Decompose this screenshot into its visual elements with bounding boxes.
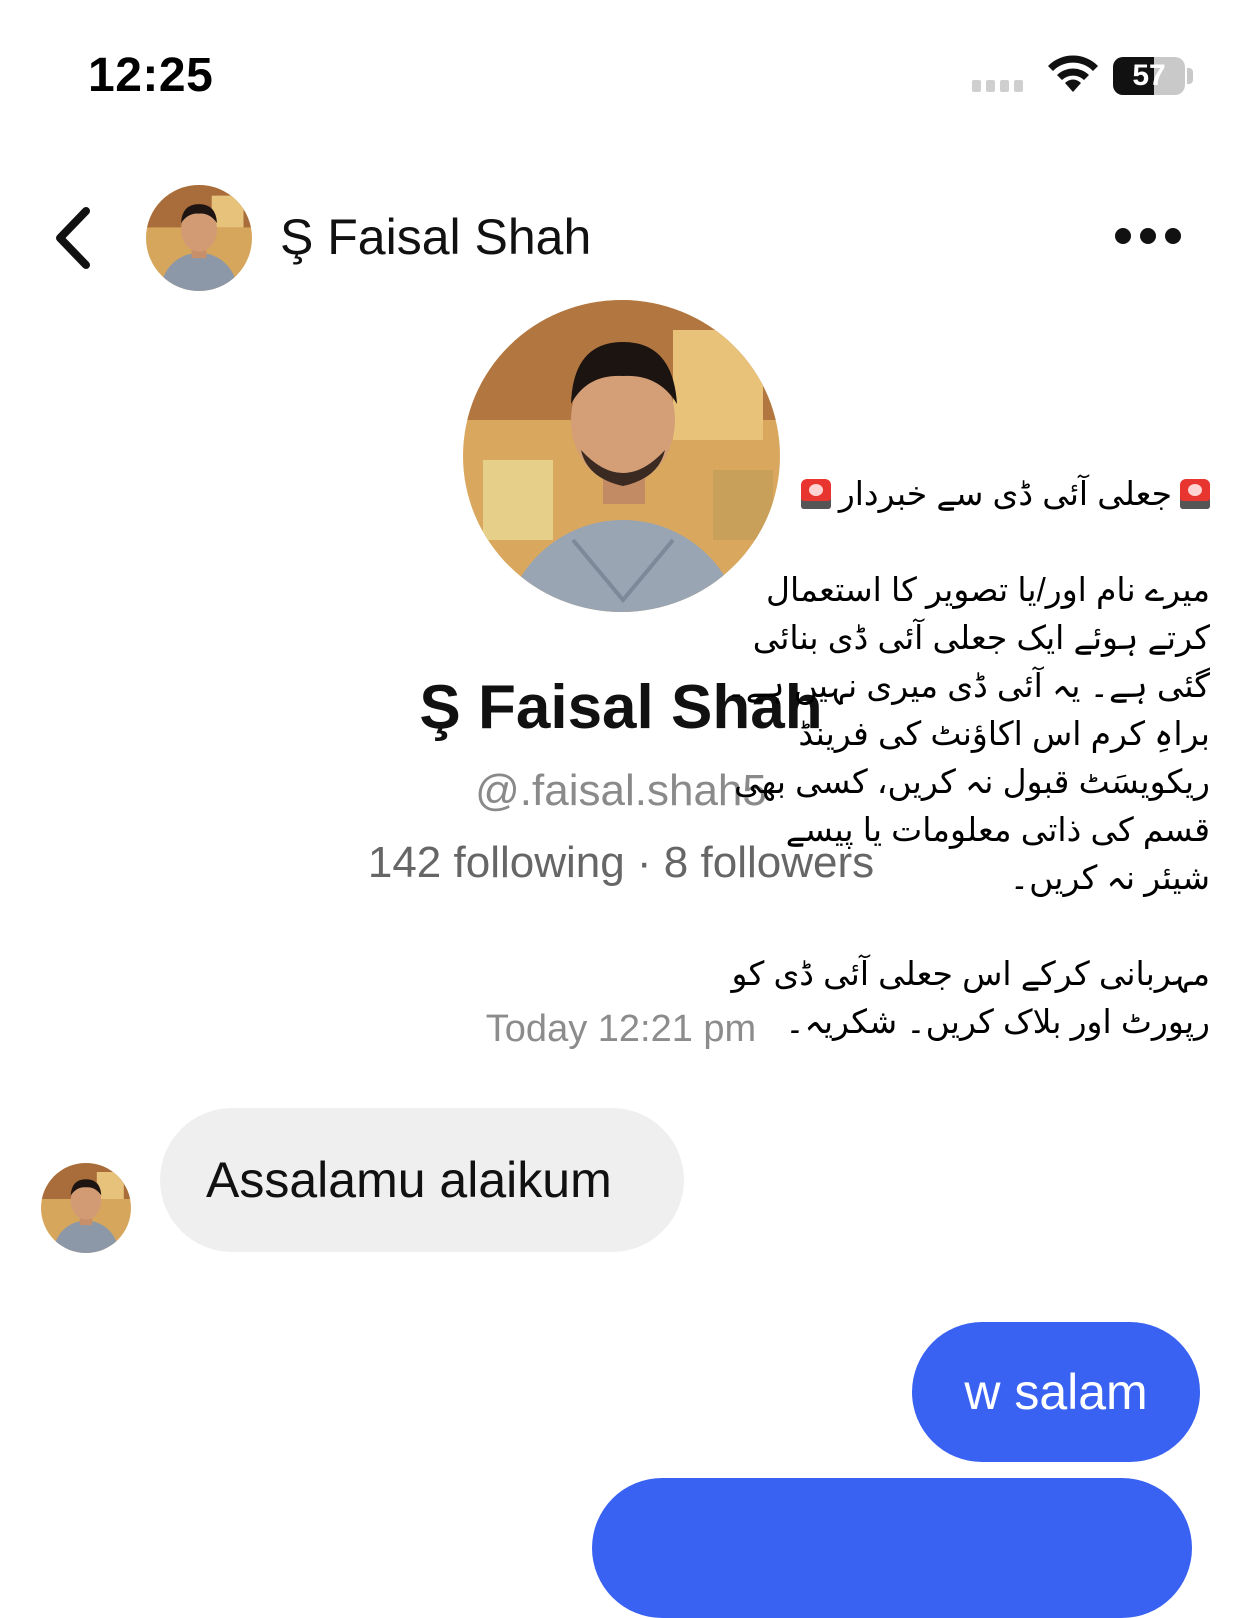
notice-line: شیئر نہ کریں۔	[1009, 859, 1210, 896]
message-text: Assalamu alaikum	[206, 1152, 612, 1208]
signal-icon	[972, 80, 1023, 92]
notice-line: کرتے ہوئے ایک جعلی آئی ڈی بنائی	[752, 619, 1210, 656]
message-text: w salam	[964, 1364, 1148, 1420]
status-time: 12:25	[88, 49, 214, 102]
chevron-left-icon[interactable]	[50, 203, 98, 273]
notice-line: گئی ہے۔ یہ آئی ڈی میری نہیں ہے۔	[726, 667, 1210, 704]
siren-icon	[1180, 479, 1210, 509]
notice-line: میرے نام اور/یا تصویر کا استعمال	[766, 571, 1210, 608]
wifi-icon	[1048, 55, 1098, 92]
notice-title: جعلی آئی ڈی سے خبردار	[838, 475, 1172, 512]
notice-line: براہِ کرم اس اکاؤنٹ کی فرینڈ	[798, 715, 1210, 752]
outgoing-message-bubble[interactable]: w salam	[912, 1322, 1200, 1462]
battery-tip	[1187, 68, 1193, 84]
incoming-message-bubble[interactable]: Assalamu alaikum	[160, 1108, 684, 1252]
notice-line: مہربانی کرکے اس جعلی آئی ڈی کو	[731, 955, 1210, 992]
siren-icon	[800, 479, 831, 509]
battery-icon: 57	[1113, 57, 1185, 95]
battery-percent: 57	[1132, 59, 1166, 92]
more-horizontal-icon[interactable]	[1115, 228, 1181, 244]
sender-avatar[interactable]	[41, 1163, 131, 1253]
notice-line: رپورٹ اور بلاک کریں۔ شکریہ۔	[785, 1003, 1210, 1040]
fake-id-warning-notice: جعلی آئی ڈی سے خبردار میرے نام اور/یا تص…	[720, 470, 1210, 1046]
header-avatar[interactable]	[146, 185, 252, 291]
contact-name[interactable]: Ş Faisal Shah	[280, 208, 591, 266]
notice-line: قسم کی ذاتی معلومات یا پیسے	[785, 811, 1210, 848]
notice-line: ریکویسَٹ قبول نہ کریں، کسی بھی	[734, 763, 1210, 800]
outgoing-message-bubble[interactable]	[592, 1478, 1192, 1618]
notice-title-row: جعلی آئی ڈی سے خبردار	[720, 470, 1210, 518]
